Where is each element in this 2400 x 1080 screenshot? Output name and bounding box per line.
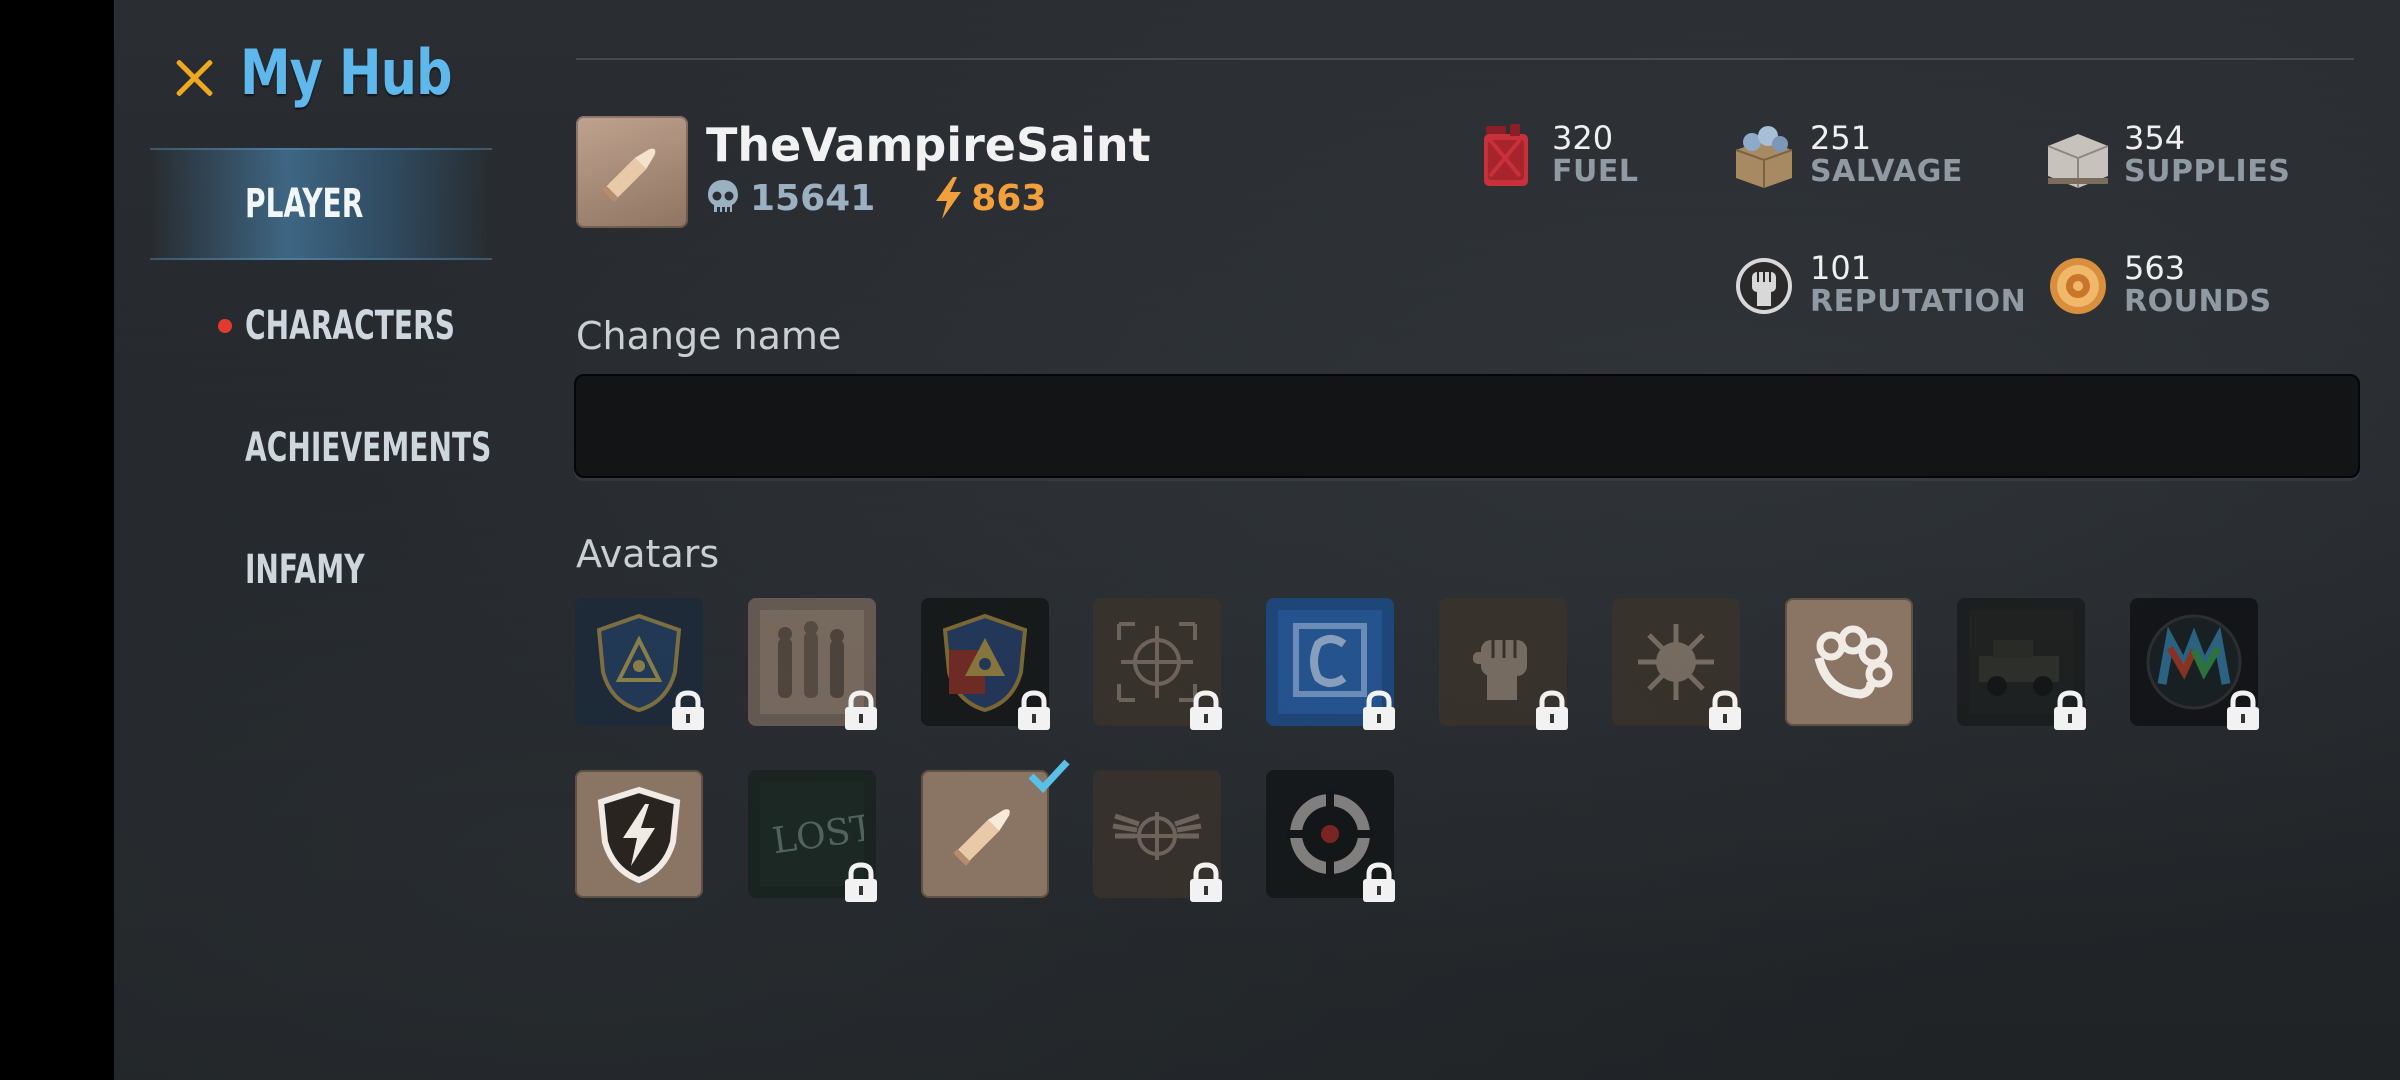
skull-stat: 15641: [706, 178, 875, 219]
lock-icon: [844, 690, 877, 730]
avatar-option-lost-chalk[interactable]: LOST: [747, 770, 877, 902]
resource-value: 251: [1810, 119, 1872, 157]
avatar-option-spiked-ball[interactable]: [1611, 598, 1741, 730]
avatars-label: Avatars: [576, 532, 720, 576]
avatar-option-crosshair[interactable]: [1093, 598, 1223, 730]
lock-icon: [2227, 690, 2260, 730]
energy-stat: 863: [933, 176, 1046, 220]
avatar-option-target[interactable]: [1266, 770, 1396, 902]
close-icon[interactable]: [172, 56, 216, 100]
avatar-option-truck-photo[interactable]: [1957, 598, 2087, 730]
supplies-box-icon: [2047, 134, 2109, 188]
change-name-input[interactable]: [574, 374, 2360, 478]
resource-rounds: 563 ROUNDS: [2046, 250, 2272, 320]
avatar-option-eye-shield-crest[interactable]: [920, 598, 1050, 730]
lock-icon: [1190, 862, 1223, 902]
sidebar-item-label: ACHIEVEMENTS: [245, 425, 492, 471]
avatar-option-c-logo[interactable]: [1266, 598, 1396, 730]
resource-label: SALVAGE: [1810, 154, 1963, 189]
lock-icon: [1536, 690, 1568, 730]
resource-label: FUEL: [1552, 154, 1639, 189]
energy-count: 863: [971, 177, 1047, 219]
player-stats: 15641 863: [706, 176, 1046, 220]
header-divider: [576, 58, 2354, 60]
avatar-option-fist[interactable]: [1439, 598, 1568, 730]
resource-value: 320: [1552, 119, 1614, 157]
avatar-option-survivors-photo[interactable]: [747, 598, 877, 730]
resource-label: ROUNDS: [2124, 284, 2272, 319]
resource-supplies: 354 SUPPLIES: [2046, 120, 2290, 190]
fuel-can-icon: [1484, 124, 1528, 186]
brass-knuckles-icon: [1814, 625, 1893, 699]
lock-icon: [672, 690, 704, 730]
sidebar-item-infamy[interactable]: INFAMY: [150, 516, 492, 624]
bullet-icon: [952, 809, 1010, 866]
resource-label: REPUTATION: [1810, 284, 2027, 319]
notification-dot: [218, 319, 232, 333]
avatar-option-eye-shield-blue[interactable]: [575, 598, 704, 730]
player-avatar[interactable]: [576, 116, 688, 228]
lock-icon: [1363, 862, 1396, 902]
resource-salvage: 251 SALVAGE: [1732, 120, 1963, 190]
lock-icon: [1708, 690, 1741, 730]
change-name-label: Change name: [576, 314, 842, 358]
lock-icon: [1363, 690, 1396, 730]
sidebar-item-characters[interactable]: CHARACTERS: [150, 272, 492, 380]
lock-icon: [1017, 690, 1050, 730]
page-title: My Hub: [240, 36, 452, 109]
player-name: TheVampireSaint: [706, 118, 1151, 172]
sidebar-item-achievements[interactable]: ACHIEVEMENTS: [150, 394, 492, 502]
lightning-shield-icon: [597, 786, 681, 884]
avatar-option-bullet[interactable]: [920, 759, 1070, 898]
avatar-option-lightning-shield[interactable]: [575, 770, 703, 898]
sidebar-item-label: CHARACTERS: [245, 303, 455, 349]
resource-value: 354: [2124, 119, 2186, 157]
avatar-option-winged-crosshair[interactable]: [1093, 770, 1223, 902]
resource-value: 101: [1810, 249, 1872, 287]
resource-reputation: 101 REPUTATION: [1732, 250, 2026, 320]
salvage-crate-icon: [1735, 126, 1793, 188]
sidebar-item-label: PLAYER: [245, 181, 364, 227]
lightning-icon: [936, 177, 962, 219]
bullet-icon: [601, 148, 656, 203]
resource-fuel: 320 FUEL: [1474, 120, 1638, 190]
coin-icon: [2050, 258, 2106, 314]
checkmark-icon: [1028, 759, 1070, 794]
sidebar-item-label: INFAMY: [245, 547, 365, 593]
avatar-option-mw-logo[interactable]: [2130, 598, 2260, 730]
lock-icon: [2054, 690, 2087, 730]
resource-label: SUPPLIES: [2124, 154, 2291, 189]
lock-icon: [1190, 690, 1223, 730]
fist-badge-icon: [1736, 258, 1792, 314]
lock-icon: [844, 862, 877, 902]
sidebar-item-player[interactable]: PLAYER: [150, 148, 492, 260]
skull-icon: [708, 180, 738, 213]
resource-value: 563: [2124, 249, 2186, 287]
avatar-option-brass-knuckles[interactable]: [1784, 598, 1913, 726]
skull-count: 15641: [750, 177, 876, 219]
